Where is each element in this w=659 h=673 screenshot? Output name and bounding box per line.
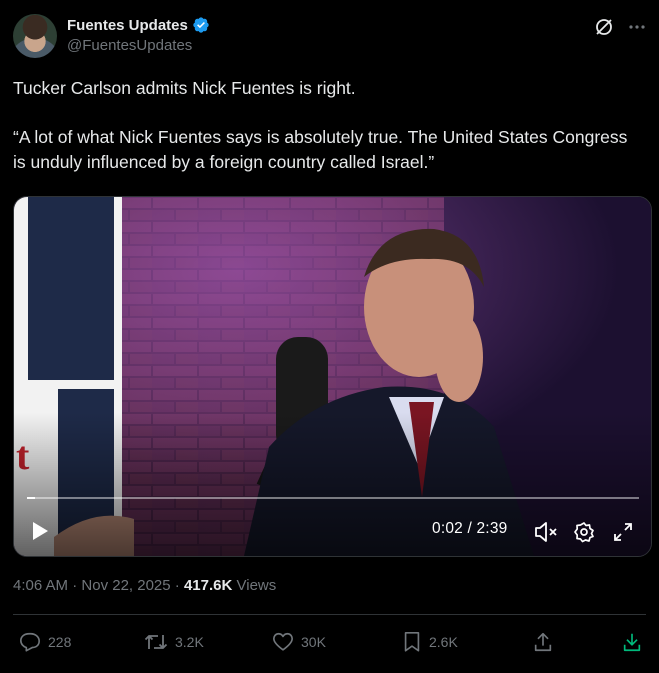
grok-icon[interactable] bbox=[594, 17, 614, 37]
author-handle[interactable]: @FuentesUpdates bbox=[67, 37, 210, 54]
reply-button[interactable]: 228 bbox=[19, 631, 71, 653]
video-frame[interactable]: t bbox=[14, 197, 651, 556]
mute-icon[interactable] bbox=[534, 521, 558, 543]
tweet-text-line1: Tucker Carlson admits Nick Fuentes is ri… bbox=[13, 78, 356, 98]
like-count: 30K bbox=[301, 634, 326, 650]
reply-count: 228 bbox=[48, 634, 72, 650]
repost-count: 3.2K bbox=[175, 634, 204, 650]
meta-separator: · bbox=[174, 577, 180, 594]
views-count: 417.6K bbox=[183, 577, 233, 594]
header-actions bbox=[594, 17, 646, 37]
repost-icon bbox=[144, 635, 168, 649]
download-button[interactable] bbox=[621, 631, 643, 653]
tweet-header: Fuentes Updates @FuentesUpdates bbox=[13, 13, 646, 59]
bookmark-button[interactable]: 2.6K bbox=[402, 631, 458, 653]
divider bbox=[13, 614, 646, 615]
heart-icon bbox=[273, 632, 293, 651]
tweet-actions: 228 3.2K 30K 2.6K bbox=[13, 631, 646, 659]
like-button[interactable]: 30K bbox=[272, 631, 326, 653]
video-progress-bar[interactable] bbox=[27, 497, 639, 499]
reply-icon bbox=[20, 632, 40, 652]
video-time: 0:02 / 2:39 bbox=[432, 520, 508, 537]
video-player[interactable]: t 0:02 / 2:39 bbox=[13, 196, 652, 557]
share-icon bbox=[534, 632, 552, 652]
bookmark-icon bbox=[404, 632, 420, 652]
share-button[interactable] bbox=[532, 631, 554, 653]
avatar[interactable] bbox=[13, 14, 57, 58]
more-icon[interactable] bbox=[628, 18, 646, 36]
author-display-name-row[interactable]: Fuentes Updates bbox=[67, 16, 210, 34]
repost-button[interactable]: 3.2K bbox=[144, 631, 204, 653]
video-progress-fill bbox=[27, 497, 35, 499]
tweet-meta: 4:06 AM · Nov 22, 2025 · 417.6K Views bbox=[13, 577, 276, 594]
tweet-date[interactable]: Nov 22, 2025 bbox=[81, 577, 170, 594]
download-icon bbox=[623, 633, 641, 652]
verified-badge-icon bbox=[193, 17, 209, 33]
views-label: Views bbox=[236, 577, 277, 594]
fullscreen-icon[interactable] bbox=[612, 522, 634, 542]
tweet-time[interactable]: 4:06 AM bbox=[13, 577, 68, 594]
settings-icon[interactable] bbox=[573, 521, 595, 543]
author-names: Fuentes Updates @FuentesUpdates bbox=[67, 16, 210, 54]
author-display-name[interactable]: Fuentes Updates bbox=[67, 17, 188, 34]
meta-separator: · bbox=[72, 577, 78, 594]
play-icon[interactable] bbox=[30, 520, 50, 542]
tweet-text-line2: “A lot of what Nick Fuentes says is abso… bbox=[13, 127, 628, 172]
tweet-text: Tucker Carlson admits Nick Fuentes is ri… bbox=[13, 76, 643, 175]
bookmark-count: 2.6K bbox=[429, 634, 458, 650]
